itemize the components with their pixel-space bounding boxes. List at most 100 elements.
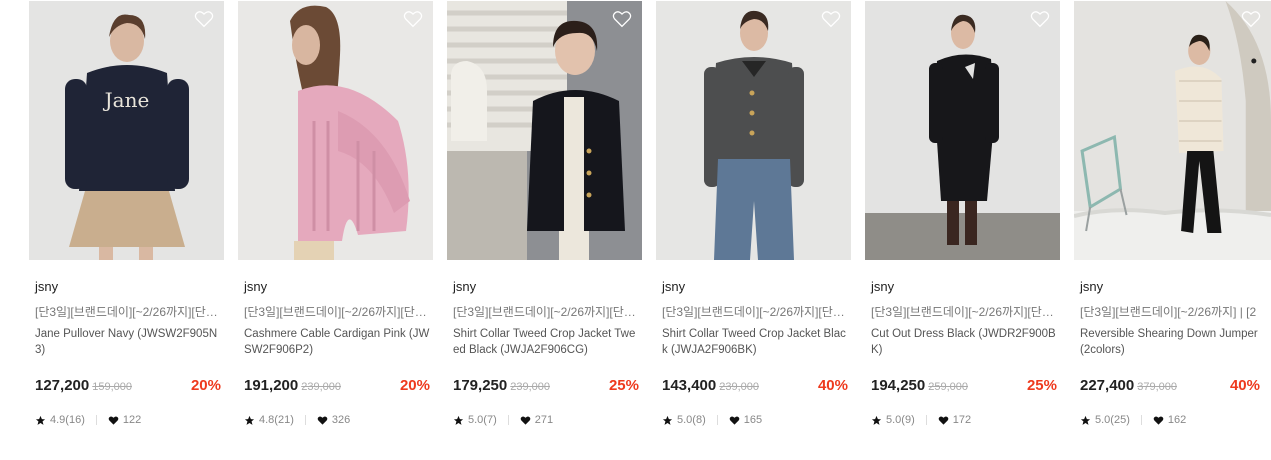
review-meta: 5.0(8) 165: [662, 412, 762, 428]
review-meta: 5.0(25) 162: [1080, 412, 1186, 428]
product-card[interactable]: jsny [단3일][브랜드데이][~2/26까지][단독] 더블 할인 쿠폰 …: [656, 0, 851, 460]
promo-text: [단3일][브랜드데이][~2/26까지][단독] 더블 할인 쿠폰: [662, 305, 848, 319]
discount-rate: 25%: [1026, 377, 1057, 394]
rating-text: 5.0(8): [677, 414, 706, 426]
rating-text: 4.9(16): [50, 414, 85, 426]
star-icon: [35, 415, 46, 425]
brand-name[interactable]: jsny: [244, 279, 267, 294]
brand-name[interactable]: jsny: [453, 279, 476, 294]
product-card[interactable]: jsny [단3일][브랜드데이][~2/26까지] | [2 Reversib…: [1074, 0, 1271, 460]
original-price: 379,000: [1137, 381, 1177, 393]
heart-filled-icon: [317, 415, 328, 425]
heart-filled-icon: [520, 415, 531, 425]
product-card[interactable]: Jane jsny [단3일][브랜드데이][~2/26까지][단독] 더블 할…: [29, 0, 224, 460]
promo-text: [단3일][브랜드데이][~2/26까지][단독] 더블 할인 쿠폰: [453, 305, 639, 319]
star-icon: [453, 415, 464, 425]
heart-filled-icon: [108, 415, 119, 425]
review-meta: 5.0(7) 271: [453, 412, 553, 428]
sale-price: 191,200: [244, 377, 299, 394]
price-row: 127,200 159,000 20%: [35, 377, 221, 397]
heart-filled-icon: [1153, 415, 1164, 425]
product-photo: [865, 1, 1060, 260]
product-image[interactable]: [447, 1, 642, 260]
like-count: 165: [743, 414, 763, 426]
discount-rate: 20%: [190, 377, 221, 394]
like-count: 271: [534, 414, 554, 426]
price-row: 227,400 379,000 40%: [1080, 377, 1260, 397]
review-meta: 4.8(21) 326: [244, 412, 350, 428]
wishlist-heart-icon[interactable]: [1241, 10, 1261, 28]
sale-price: 194,250: [871, 377, 926, 394]
star-icon: [1080, 415, 1091, 425]
product-image[interactable]: Jane: [29, 1, 224, 260]
product-photo: [447, 1, 642, 260]
wishlist-heart-icon[interactable]: [612, 10, 632, 28]
rating-text: 4.8(21): [259, 414, 294, 426]
product-image[interactable]: [1074, 1, 1271, 260]
original-price: 159,000: [92, 381, 132, 393]
divider: [95, 415, 97, 425]
product-name[interactable]: Jane Pullover Navy (JWSW2F905N3): [35, 326, 221, 360]
divider: [1140, 415, 1142, 425]
like-count: 162: [1167, 414, 1187, 426]
divider: [925, 415, 927, 425]
promo-text: [단3일][브랜드데이][~2/26까지][단독] 더블 할인 쿠폰: [244, 305, 430, 319]
product-card[interactable]: jsny [단3일][브랜드데이][~2/26까지][단독] 더블 할인 쿠폰 …: [238, 0, 433, 460]
product-card[interactable]: jsny [단3일][브랜드데이][~2/26까지][단독] 더블 할인 쿠폰 …: [447, 0, 642, 460]
product-name[interactable]: Shirt Collar Tweed Crop Jacket Tweed Bla…: [453, 326, 639, 360]
product-grid: Jane jsny [단3일][브랜드데이][~2/26까지][단독] 더블 할…: [0, 0, 1271, 460]
sale-price: 143,400: [662, 377, 717, 394]
product-image[interactable]: [865, 1, 1060, 260]
sale-price: 179,250: [453, 377, 508, 394]
sale-price: 127,200: [35, 377, 90, 394]
like-count: 122: [122, 414, 142, 426]
product-name[interactable]: Cashmere Cable Cardigan Pink (JWSW2F906P…: [244, 326, 430, 360]
sweater-print-text: Jane: [103, 88, 150, 112]
product-image[interactable]: [238, 1, 433, 260]
original-price: 259,000: [928, 381, 968, 393]
product-photo: Jane: [29, 1, 224, 260]
divider: [716, 415, 718, 425]
promo-text: [단3일][브랜드데이][~2/26까지][단독] 더블 할인 쿠폰: [35, 305, 221, 319]
wishlist-heart-icon[interactable]: [1030, 10, 1050, 28]
heart-filled-icon: [938, 415, 949, 425]
discount-rate: 40%: [1229, 377, 1260, 394]
promo-text: [단3일][브랜드데이][~2/26까지][단독] 더블 할인 쿠폰: [871, 305, 1057, 319]
product-image[interactable]: [656, 1, 851, 260]
product-photo: [238, 1, 433, 260]
discount-rate: 25%: [608, 377, 639, 394]
sale-price: 227,400: [1080, 377, 1135, 394]
original-price: 239,000: [510, 381, 550, 393]
price-row: 194,250 259,000 25%: [871, 377, 1057, 397]
brand-name[interactable]: jsny: [871, 279, 894, 294]
divider: [507, 415, 509, 425]
brand-name[interactable]: jsny: [35, 279, 58, 294]
product-name[interactable]: Cut Out Dress Black (JWDR2F900BK): [871, 326, 1057, 360]
wishlist-heart-icon[interactable]: [403, 10, 423, 28]
product-name[interactable]: Reversible Shearing Down Jumper (2colors…: [1080, 326, 1266, 360]
star-icon: [871, 415, 882, 425]
brand-name[interactable]: jsny: [662, 279, 685, 294]
heart-filled-icon: [729, 415, 740, 425]
rating-text: 5.0(9): [886, 414, 915, 426]
original-price: 239,000: [301, 381, 341, 393]
wishlist-heart-icon[interactable]: [821, 10, 841, 28]
rating-text: 5.0(7): [468, 414, 497, 426]
product-card[interactable]: jsny [단3일][브랜드데이][~2/26까지][단독] 더블 할인 쿠폰 …: [865, 0, 1060, 460]
product-photo: [656, 1, 851, 260]
discount-rate: 40%: [817, 377, 848, 394]
promo-text: [단3일][브랜드데이][~2/26까지] | [2: [1080, 305, 1257, 319]
brand-name[interactable]: jsny: [1080, 279, 1103, 294]
like-count: 326: [331, 414, 351, 426]
price-row: 191,200 239,000 20%: [244, 377, 430, 397]
star-icon: [662, 415, 673, 425]
product-name[interactable]: Shirt Collar Tweed Crop Jacket Black (JW…: [662, 326, 848, 360]
like-count: 172: [952, 414, 972, 426]
star-icon: [244, 415, 255, 425]
wishlist-heart-icon[interactable]: [194, 10, 214, 28]
price-row: 179,250 239,000 25%: [453, 377, 639, 397]
review-meta: 4.9(16) 122: [35, 412, 141, 428]
original-price: 239,000: [719, 381, 759, 393]
price-row: 143,400 239,000 40%: [662, 377, 848, 397]
divider: [304, 415, 306, 425]
